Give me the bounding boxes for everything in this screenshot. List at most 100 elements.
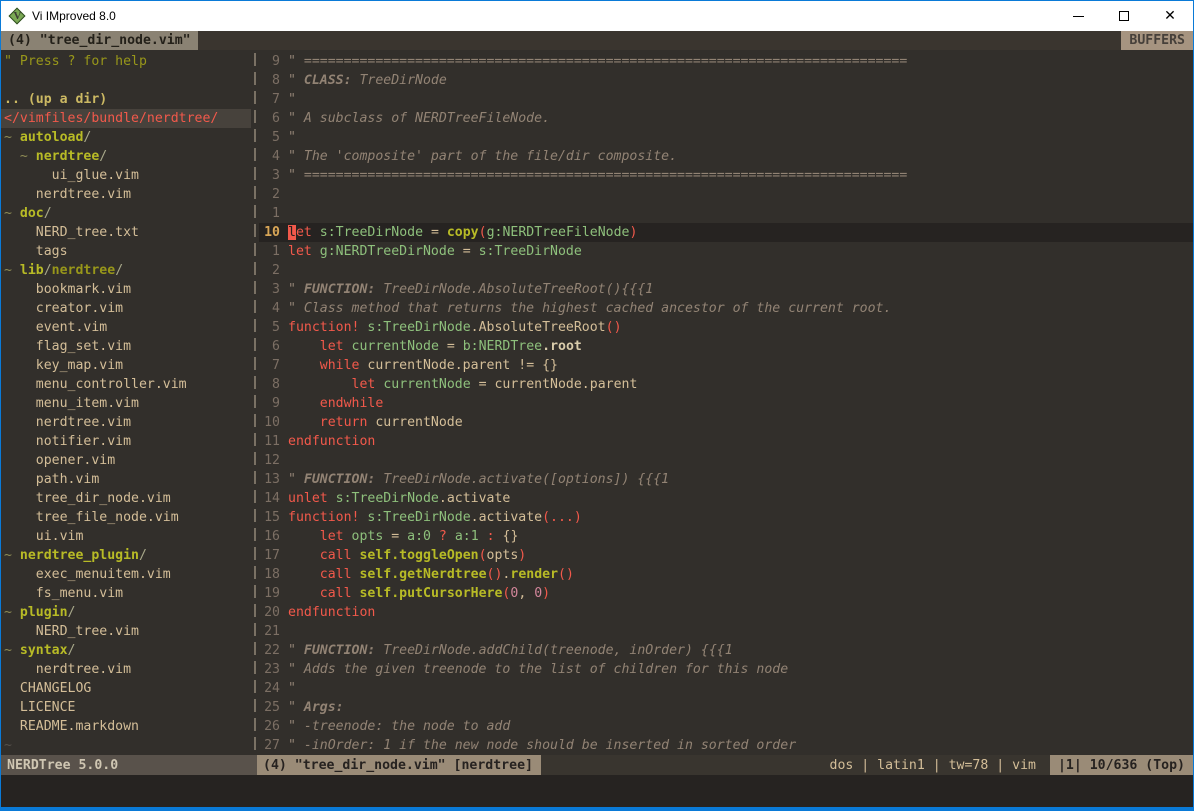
code-line[interactable]: 5function! s:TreeDirNode.AbsoluteTreeRoo…	[259, 318, 1193, 337]
tree-item[interactable]: creator.vim	[4, 299, 251, 318]
tree-item[interactable]: CHANGELOG	[4, 679, 251, 698]
tree-item[interactable]: LICENCE	[4, 698, 251, 717]
maximize-button[interactable]	[1101, 1, 1147, 31]
tree-item[interactable]: nerdtree.vim	[4, 185, 251, 204]
syntax-segment-c: TreeDirNode.activate([options]) {{{1	[375, 472, 669, 487]
line-number: 2	[259, 185, 280, 204]
tree-item[interactable]: key_map.vim	[4, 356, 251, 375]
code-line[interactable]: 23" Adds the given treenode to the list …	[259, 660, 1193, 679]
code-line[interactable]: 1let g:NERDTreeDirNode = s:TreeDirNode	[259, 242, 1193, 261]
code-line[interactable]: 1	[259, 204, 1193, 223]
minimize-button[interactable]	[1055, 1, 1101, 31]
tree-item[interactable]: ~ plugin/	[4, 603, 251, 622]
code-line[interactable]: 13" FUNCTION: TreeDirNode.activate([opti…	[259, 470, 1193, 489]
tree-item[interactable]: " Press ? for help	[4, 52, 251, 71]
tree-item[interactable]	[4, 71, 251, 90]
code-line[interactable]: 14unlet s:TreeDirNode.activate	[259, 489, 1193, 508]
tree-item[interactable]: opener.vim	[4, 451, 251, 470]
tree-item[interactable]: ~ autoload/	[4, 128, 251, 147]
syntax-segment-t	[288, 377, 352, 392]
code-line[interactable]: 10 return currentNode	[259, 413, 1193, 432]
tree-item[interactable]: fs_menu.vim	[4, 584, 251, 603]
statusline-position: |1| 10/636 (Top)	[1050, 755, 1193, 775]
code-line[interactable]: 9" =====================================…	[259, 52, 1193, 71]
tree-item[interactable]: ~ nerdtree_plugin/	[4, 546, 251, 565]
statusline-file-format: dos | latin1 | tw=78 | vim	[541, 755, 1050, 775]
tree-item[interactable]: </vimfiles/bundle/nerdtree/	[1, 109, 251, 128]
code-line[interactable]: 22" FUNCTION: TreeDirNode.addChild(treen…	[259, 641, 1193, 660]
code-line[interactable]: 17 call self.toggleOpen(opts)	[259, 546, 1193, 565]
tree-item[interactable]: NERD_tree.txt	[4, 223, 251, 242]
code-line[interactable]: 21	[259, 622, 1193, 641]
syntax-segment-t: {}	[495, 529, 519, 544]
syntax-segment-c: TreeDirNode	[352, 73, 447, 88]
code-line[interactable]: 2	[259, 261, 1193, 280]
code-line[interactable]: 6 let currentNode = b:NERDTree.root	[259, 337, 1193, 356]
code-line[interactable]: 3" =====================================…	[259, 166, 1193, 185]
editor-panel[interactable]: 9" =====================================…	[259, 50, 1193, 755]
nerdtree-panel[interactable]: " Press ? for help .. (up a dir)</vimfile…	[1, 50, 251, 755]
split-separator[interactable]	[251, 50, 259, 755]
code-line[interactable]: 4" Class method that returns the highest…	[259, 299, 1193, 318]
tree-item[interactable]: path.vim	[4, 470, 251, 489]
syntax-segment-k: unlet	[288, 491, 328, 506]
line-number: 8	[259, 71, 280, 90]
tree-item[interactable]: menu_controller.vim	[4, 375, 251, 394]
active-tab[interactable]: (4) "tree_dir_node.vim"	[1, 31, 198, 50]
tree-item[interactable]: ~	[4, 736, 251, 755]
syntax-segment-c: "	[288, 130, 296, 145]
tree-item[interactable]: ~ lib/nerdtree/	[4, 261, 251, 280]
line-number: 1	[259, 204, 280, 223]
tree-item[interactable]: ui.vim	[4, 527, 251, 546]
code-line[interactable]: 5"	[259, 128, 1193, 147]
tree-item[interactable]: event.vim	[4, 318, 251, 337]
code-line[interactable]: 7 while currentNode.parent != {}	[259, 356, 1193, 375]
code-line[interactable]: 27" -inOrder: 1 if the new node should b…	[259, 736, 1193, 755]
code-line[interactable]: 20endfunction	[259, 603, 1193, 622]
tree-item[interactable]: nerdtree.vim	[4, 660, 251, 679]
tree-item[interactable]: ~ syntax/	[4, 641, 251, 660]
tree-item[interactable]: ui_glue.vim	[4, 166, 251, 185]
command-line[interactable]	[1, 775, 1193, 808]
syntax-segment-t	[431, 529, 439, 544]
code-line[interactable]: 12	[259, 451, 1193, 470]
tree-item[interactable]: exec_menuitem.vim	[4, 565, 251, 584]
code-line[interactable]: 9 endwhile	[259, 394, 1193, 413]
code-line[interactable]: 2	[259, 185, 1193, 204]
code-line[interactable]: 11endfunction	[259, 432, 1193, 451]
tree-item[interactable]: ~ doc/	[4, 204, 251, 223]
close-button[interactable]: ✕	[1147, 1, 1193, 31]
line-number: 9	[259, 394, 280, 413]
code-line[interactable]: 26" -treenode: the node to add	[259, 717, 1193, 736]
tree-item[interactable]: tags	[4, 242, 251, 261]
tree-item[interactable]: menu_item.vim	[4, 394, 251, 413]
tree-item[interactable]: nerdtree.vim	[4, 413, 251, 432]
tree-item[interactable]: ~ nerdtree/	[4, 147, 251, 166]
code-line[interactable]: 8 let currentNode = currentNode.parent	[259, 375, 1193, 394]
code-line[interactable]: 8" CLASS: TreeDirNode	[259, 71, 1193, 90]
code-line[interactable]: 18 call self.getNerdtree().render()	[259, 565, 1193, 584]
code-line[interactable]: 24"	[259, 679, 1193, 698]
syntax-segment-file: exec_menuitem.vim	[4, 567, 171, 582]
code-line[interactable]: 19 call self.putCursorHere(0, 0)	[259, 584, 1193, 603]
tree-item[interactable]: notifier.vim	[4, 432, 251, 451]
syntax-segment-t: .activate	[439, 491, 510, 506]
tree-item[interactable]: tree_file_node.vim	[4, 508, 251, 527]
code-line[interactable]: 6" A subclass of NERDTreeFileNode.	[259, 109, 1193, 128]
code-line[interactable]: 15function! s:TreeDirNode.activate(...)	[259, 508, 1193, 527]
code-line[interactable]: 16 let opts = a:0 ? a:1 : {}	[259, 527, 1193, 546]
code-line[interactable]: 10let s:TreeDirNode = copy(g:NERDTreeFil…	[259, 223, 1193, 242]
tree-item[interactable]: README.markdown	[4, 717, 251, 736]
tree-item[interactable]: bookmark.vim	[4, 280, 251, 299]
code-line[interactable]: 3" FUNCTION: TreeDirNode.AbsoluteTreeRoo…	[259, 280, 1193, 299]
code-line[interactable]: 7"	[259, 90, 1193, 109]
code-line[interactable]: 4" The 'composite' part of the file/dir …	[259, 147, 1193, 166]
syntax-segment-t	[288, 358, 320, 373]
tree-item[interactable]: flag_set.vim	[4, 337, 251, 356]
tree-item[interactable]: NERD_tree.vim	[4, 622, 251, 641]
titlebar[interactable]: V Vi IMproved 8.0 ✕	[1, 1, 1193, 31]
line-number: 5	[259, 318, 280, 337]
tree-item[interactable]: tree_dir_node.vim	[4, 489, 251, 508]
code-line[interactable]: 25" Args:	[259, 698, 1193, 717]
tree-item[interactable]: .. (up a dir)	[4, 90, 251, 109]
